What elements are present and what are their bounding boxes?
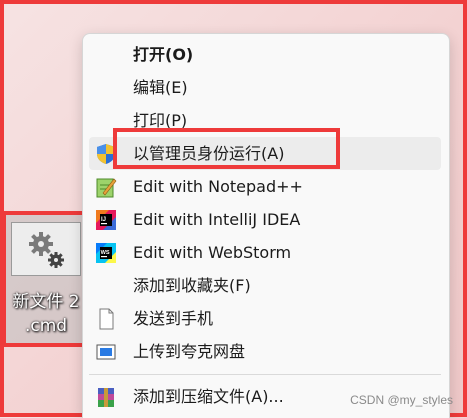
svg-text:WS: WS — [101, 250, 110, 256]
menu-label: 上传到夸克网盘 — [133, 342, 246, 361]
menu-item-edit[interactable]: 编辑(E) — [89, 71, 441, 104]
winrar-icon — [95, 386, 117, 408]
run-as-admin-highlight-box — [113, 128, 340, 169]
menu-item-open[interactable]: 打开(O) — [89, 38, 441, 71]
menu-item-edit-webstorm[interactable]: WS Edit with WebStorm — [89, 236, 441, 269]
quark-cloud-icon — [95, 341, 117, 363]
file-highlight-box — [2, 211, 88, 347]
menu-label: Edit with Notepad++ — [133, 177, 303, 196]
menu-label: 打开(O) — [133, 45, 194, 64]
menu-label: 添加到收藏夹(F) — [133, 276, 251, 295]
notepad-plus-plus-icon — [95, 176, 117, 198]
webstorm-icon: WS — [95, 242, 117, 264]
menu-label: Edit with WebStorm — [133, 243, 292, 262]
menu-item-add-to-favorites[interactable]: 添加到收藏夹(F) — [89, 269, 441, 302]
menu-item-send-to-phone[interactable]: 发送到手机 — [89, 302, 441, 335]
menu-separator — [89, 374, 441, 375]
menu-label: 添加到压缩文件(A)... — [133, 387, 284, 406]
document-icon — [95, 308, 117, 330]
svg-text:IJ: IJ — [101, 217, 106, 223]
menu-label: Edit with IntelliJ IDEA — [133, 210, 301, 229]
menu-label: 发送到手机 — [133, 309, 214, 328]
intellij-idea-icon: IJ — [95, 209, 117, 231]
watermark-text: CSDN @my_styles — [350, 393, 453, 407]
menu-item-edit-intellij[interactable]: IJ Edit with IntelliJ IDEA — [89, 203, 441, 236]
menu-label: 编辑(E) — [133, 78, 188, 97]
menu-item-edit-notepadpp[interactable]: Edit with Notepad++ — [89, 170, 441, 203]
context-menu: 打开(O) 编辑(E) 打印(P) 以管理员身份运行(A) Edit with … — [82, 33, 450, 418]
menu-item-upload-quark[interactable]: 上传到夸克网盘 — [89, 335, 441, 368]
